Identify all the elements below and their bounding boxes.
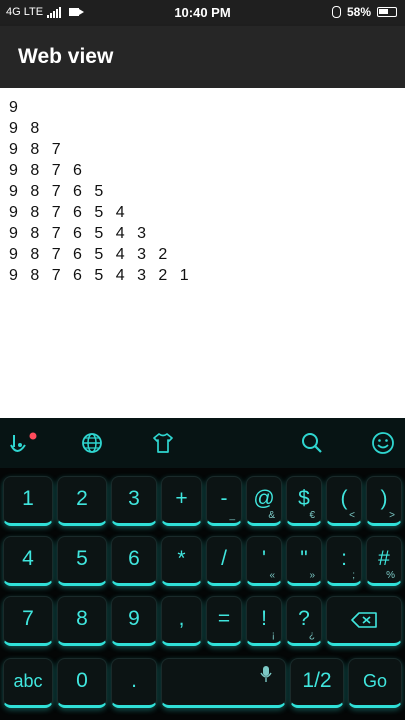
text-line: 9 <box>9 99 22 116</box>
fraction-key[interactable]: 1/2 <box>290 658 344 708</box>
key-minus[interactable]: - _ <box>206 476 242 526</box>
page-title: Web view <box>18 45 114 68</box>
bluetooth-icon <box>331 6 341 18</box>
key-asterisk[interactable]: * <box>161 536 202 586</box>
key-2[interactable]: 2 <box>57 476 107 526</box>
web-view-content: 9 9 8 9 8 7 9 8 7 6 9 8 7 6 5 9 8 7 6 5 … <box>9 97 193 286</box>
key-6[interactable]: 6 <box>111 536 157 586</box>
battery-icon <box>377 7 397 17</box>
status-bar: 4G LTE 10:40 PM 58% <box>0 0 405 26</box>
battery-percent: 58% <box>346 5 371 19</box>
key-equals[interactable]: = <box>206 596 242 646</box>
text-line: 9 8 7 6 5 4 3 <box>9 225 150 242</box>
touchpal-icon[interactable] <box>8 431 37 455</box>
key-at[interactable]: @ & <box>246 476 282 526</box>
key-open-paren[interactable]: (< <box>326 476 362 526</box>
key-period[interactable]: . <box>111 658 157 708</box>
key-dollar[interactable]: $ € <box>286 476 322 526</box>
key-question[interactable]: ? ¿ <box>286 596 322 646</box>
key-apostrophe[interactable]: ' « <box>246 536 282 586</box>
text-line: 9 8 7 6 5 4 <box>9 204 129 221</box>
app-bar: Web view <box>0 26 405 88</box>
text-line: 9 8 <box>9 120 44 137</box>
key-9[interactable]: 9 <box>111 596 157 646</box>
key-5[interactable]: 5 <box>57 536 107 586</box>
search-icon[interactable] <box>300 431 326 455</box>
key-7[interactable]: 7 <box>3 596 53 646</box>
key-0[interactable]: 0 <box>57 658 107 708</box>
text-line: 9 8 7 6 5 4 3 2 1 <box>9 267 193 284</box>
backspace-icon <box>351 612 377 628</box>
key-1[interactable]: 1 <box>3 476 53 526</box>
key-comma[interactable]: , <box>161 596 202 646</box>
keyboard: 1 2 3 + - _ @ & $ € (< ) > 4 5 6 * / ' « "» :… <box>0 418 405 720</box>
key-exclamation[interactable]: ! ¡ <box>246 596 282 646</box>
text-line: 9 8 7 6 <box>9 162 86 179</box>
microphone-icon <box>260 666 272 682</box>
abc-key[interactable]: abc <box>3 658 53 708</box>
key-plus[interactable]: + <box>161 476 202 526</box>
backspace-key[interactable] <box>326 596 402 646</box>
text-line: 9 8 7 6 5 <box>9 183 108 200</box>
text-line: 9 8 7 6 5 4 3 2 <box>9 246 172 263</box>
key-4[interactable]: 4 <box>3 536 53 586</box>
key-colon[interactable]: :; <box>326 536 362 586</box>
key-hash[interactable]: #% <box>366 536 402 586</box>
text-line: 9 8 7 <box>9 141 65 158</box>
key-slash[interactable]: / <box>206 536 242 586</box>
web-view[interactable]: 9 9 8 9 8 7 9 8 7 6 9 8 7 6 5 9 8 7 6 5 … <box>0 88 405 418</box>
keyboard-toolbar <box>0 418 405 468</box>
status-right: 58% <box>331 5 397 19</box>
globe-icon[interactable] <box>80 431 106 455</box>
tshirt-icon[interactable] <box>151 431 177 455</box>
key-3[interactable]: 3 <box>111 476 157 526</box>
key-8[interactable]: 8 <box>57 596 107 646</box>
emoji-icon[interactable] <box>371 431 397 455</box>
space-key[interactable] <box>161 658 286 708</box>
key-close-paren[interactable]: ) > <box>366 476 402 526</box>
go-key[interactable]: Go <box>348 658 402 708</box>
key-quote[interactable]: "» <box>286 536 322 586</box>
